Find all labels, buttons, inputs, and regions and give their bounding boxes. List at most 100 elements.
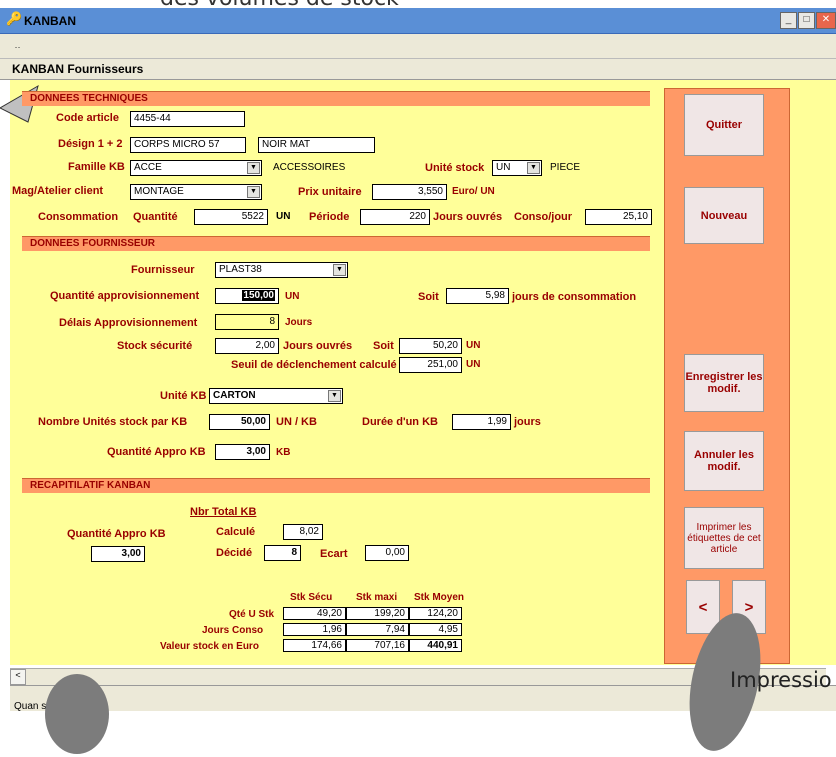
stock-securite-un-field[interactable]: 50,20: [399, 338, 462, 354]
quantite-appro-unit: UN: [285, 291, 300, 302]
delais-unit: Jours: [285, 317, 313, 328]
chevron-down-icon[interactable]: ▼: [333, 264, 346, 276]
prix-unit: Euro/ UN: [452, 186, 495, 197]
quantite-appro-label: Quantité approvisionnement: [50, 290, 200, 302]
periode-unit: Jours ouvrés: [433, 211, 503, 223]
calcule-field[interactable]: 8,02: [283, 524, 323, 540]
ecart-field[interactable]: 0,00: [365, 545, 409, 561]
nouveau-button[interactable]: Nouveau: [684, 187, 764, 244]
duree-kb-field[interactable]: 1,99: [452, 414, 511, 430]
table-cell: 174,66: [283, 639, 346, 652]
designation-label: Désign 1 + 2: [58, 138, 123, 150]
unite-stock-description: PIECE: [550, 162, 581, 173]
unite-kb-label: Unité KB: [160, 390, 207, 402]
table-cell: 49,20: [283, 607, 346, 620]
soit-field[interactable]: 5,98: [446, 288, 509, 304]
nb-unites-unit: UN / KB: [276, 416, 317, 428]
chevron-down-icon[interactable]: ▼: [527, 162, 540, 174]
soit-unit: jours de consommation: [512, 291, 637, 303]
section-title: RECAPITILATIF KANBAN: [30, 480, 151, 491]
table-cell: 124,20: [409, 607, 462, 620]
enregistrer-button[interactable]: Enregistrer les modif.: [684, 354, 764, 412]
mag-atelier-select[interactable]: MONTAGE ▼: [130, 184, 262, 200]
fournisseur-value: PLAST38: [219, 264, 262, 275]
duree-kb-label: Durée d'un KB: [362, 416, 438, 428]
col-header-stk-maxi: Stk maxi: [356, 592, 398, 603]
mag-atelier-value: MONTAGE: [134, 186, 184, 197]
designation2-field[interactable]: NOIR MAT: [258, 137, 375, 153]
fournisseur-label: Fournisseur: [131, 264, 195, 276]
soit-label: Soit: [418, 291, 439, 303]
quantite-appro-field[interactable]: 150,00: [215, 288, 279, 304]
chevron-down-icon[interactable]: ▼: [247, 162, 260, 174]
unite-kb-select[interactable]: CARTON ▼: [209, 388, 343, 404]
stock-securite-unit: Jours ouvrés: [283, 340, 353, 352]
prix-unitaire-label: Prix unitaire: [298, 186, 362, 198]
row-label: Jours Conso: [202, 625, 264, 636]
quantite-appro-value: 150,00: [242, 290, 275, 301]
close-button[interactable]: ✕: [816, 12, 836, 29]
fournisseur-select[interactable]: PLAST38 ▼: [215, 262, 348, 278]
decide-field[interactable]: 8: [264, 545, 301, 561]
table-cell: 199,20: [346, 607, 409, 620]
table-cell: 7,94: [346, 623, 409, 636]
unite-stock-value: UN: [496, 162, 511, 173]
delais-label: Délais Approvisionnement: [59, 317, 198, 329]
recap-qte-appro-field[interactable]: 3,00: [91, 546, 145, 562]
nbr-total-kb-label: Nbr Total KB: [190, 506, 257, 518]
window-titlebar[interactable]: 🔑 KANBAN _ □ ✕: [0, 8, 836, 34]
quitter-button[interactable]: Quitter: [684, 94, 764, 156]
maximize-button[interactable]: □: [798, 12, 815, 29]
overlay-shape: [45, 674, 109, 754]
background-area: [0, 0, 836, 8]
famille-description: ACCESSOIRES: [273, 162, 346, 173]
scroll-left-icon[interactable]: <: [10, 669, 26, 685]
nb-unites-field[interactable]: 50,00: [209, 414, 270, 430]
consommation-label: Consommation: [38, 211, 119, 223]
periode-label: Période: [309, 211, 350, 223]
menu-grip: ․․: [12, 40, 21, 50]
section-title: DONNEES FOURNISSEUR: [30, 238, 156, 249]
mag-atelier-label: Mag/Atelier client: [12, 185, 104, 197]
section-technical: DONNEES TECHNIQUES: [22, 91, 650, 106]
recap-qte-appro-label: Quantité Appro KB: [67, 528, 166, 540]
qte-appro-kb-label: Quantité Appro KB: [107, 446, 206, 458]
unite-stock-label: Unité stock: [425, 162, 485, 174]
imprimer-button[interactable]: Imprimer les étiquettes de cet article: [684, 507, 764, 569]
quantite-label: Quantité: [133, 211, 178, 223]
famille-select[interactable]: ACCE ▼: [130, 160, 262, 176]
unite-kb-value: CARTON: [213, 390, 256, 401]
seuil-label: Seuil de déclenchement calculé: [231, 359, 397, 371]
form-title: KANBAN Fournisseurs: [12, 62, 144, 76]
periode-field[interactable]: 220: [360, 209, 430, 225]
famille-label: Famille KB: [68, 161, 125, 173]
table-cell: 440,91: [409, 639, 462, 652]
prix-unitaire-field[interactable]: 3,550: [372, 184, 447, 200]
unite-stock-select[interactable]: UN ▼: [492, 160, 542, 176]
conso-jour-field[interactable]: 25,10: [585, 209, 652, 225]
section-recap: RECAPITILATIF KANBAN: [22, 478, 650, 493]
impression-text: Impressio: [730, 668, 832, 692]
annuler-button[interactable]: Annuler les modif.: [684, 431, 764, 491]
conso-jour-label: Conso/jour: [514, 211, 573, 223]
qte-appro-kb-field[interactable]: 3,00: [215, 444, 270, 460]
nb-unites-label: Nombre Unités stock par KB: [38, 416, 188, 428]
key-icon: 🔑: [6, 11, 23, 26]
chevron-down-icon[interactable]: ▼: [328, 390, 341, 402]
menu-bar: ․․: [0, 34, 836, 59]
stock-securite-field[interactable]: 2,00: [215, 338, 279, 354]
quantite-field[interactable]: 5522: [194, 209, 268, 225]
minimize-button[interactable]: _: [780, 12, 797, 29]
table-cell: 1,96: [283, 623, 346, 636]
quantite-unit: UN: [276, 211, 291, 222]
stock-securite-un-unit: UN: [466, 340, 481, 351]
chevron-down-icon[interactable]: ▼: [247, 186, 260, 198]
row-label: Valeur stock en Euro: [160, 641, 259, 652]
section-supplier: DONNEES FOURNISSEUR: [22, 236, 650, 251]
code-article-field[interactable]: 4455-44: [130, 111, 245, 127]
delais-field[interactable]: 8: [215, 314, 279, 330]
code-article-label: Code article: [56, 112, 119, 124]
section-title: DONNEES TECHNIQUES: [30, 93, 148, 104]
designation1-field[interactable]: CORPS MICRO 57: [130, 137, 246, 153]
seuil-field[interactable]: 251,00: [399, 357, 462, 373]
